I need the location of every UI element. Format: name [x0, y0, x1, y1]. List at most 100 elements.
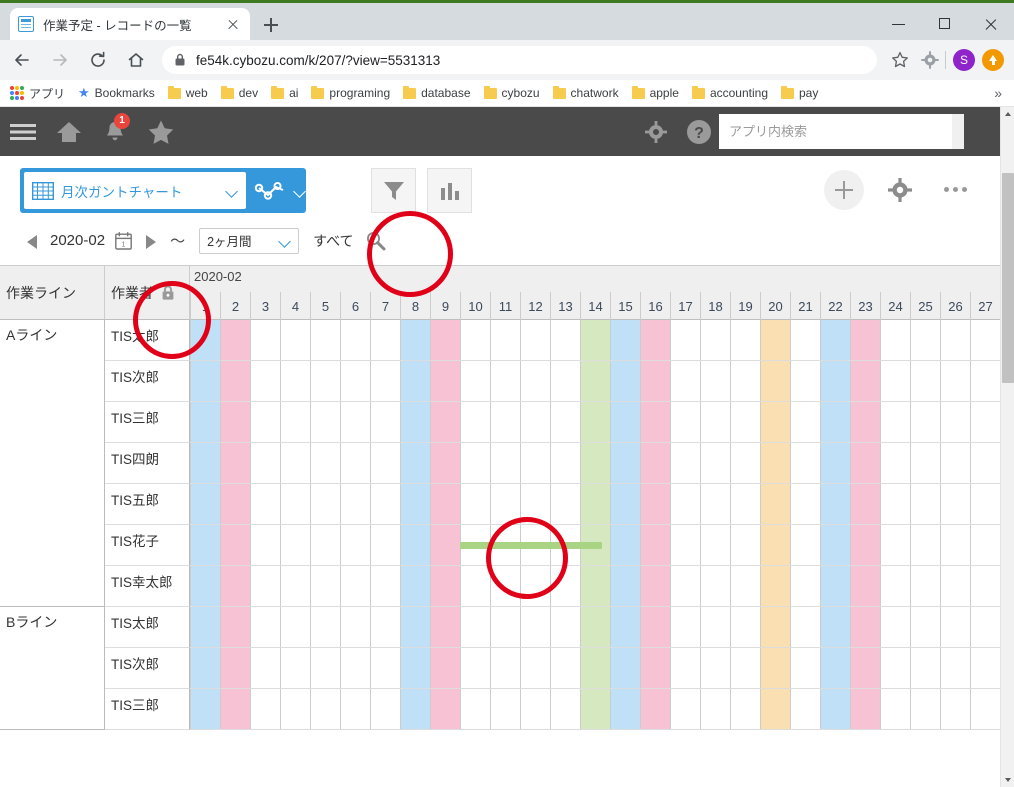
gantt-cell[interactable] — [460, 320, 490, 360]
close-window-button[interactable] — [968, 6, 1014, 43]
gantt-cell[interactable] — [910, 607, 940, 647]
search-records-icon[interactable] — [365, 230, 387, 252]
gantt-cell[interactable] — [700, 689, 730, 729]
gantt-cell[interactable] — [910, 566, 940, 606]
gantt-cell[interactable] — [730, 361, 760, 401]
calendar-icon[interactable]: 1 — [115, 231, 132, 250]
gantt-cell[interactable] — [610, 689, 640, 729]
gantt-cell[interactable] — [310, 443, 340, 483]
gantt-person-cell[interactable]: TIS太郎 — [105, 607, 190, 648]
next-month-button[interactable] — [144, 233, 158, 249]
gantt-cell[interactable] — [880, 648, 910, 688]
apps-shortcut[interactable]: アプリ — [10, 85, 65, 102]
gantt-cell[interactable] — [670, 402, 700, 442]
gantt-cell[interactable] — [190, 361, 220, 401]
gantt-cell[interactable] — [850, 566, 880, 606]
gantt-person-cell[interactable]: TIS太郎 — [105, 320, 190, 361]
gantt-cell[interactable] — [220, 525, 250, 565]
gantt-cell[interactable] — [340, 689, 370, 729]
chart-view-toggle[interactable] — [254, 179, 306, 203]
back-arrow-icon[interactable] — [6, 44, 38, 76]
table-row[interactable]: TIS四朗 — [0, 443, 1000, 484]
gantt-cell[interactable] — [730, 607, 760, 647]
gantt-cell[interactable] — [940, 320, 970, 360]
gantt-cell[interactable] — [760, 689, 790, 729]
gantt-cell[interactable] — [910, 402, 940, 442]
gantt-cell[interactable] — [430, 361, 460, 401]
table-row[interactable]: Bライン TIS太郎 — [0, 607, 1000, 648]
gantt-cell[interactable] — [730, 402, 760, 442]
reload-icon[interactable] — [82, 44, 114, 76]
gantt-cell[interactable] — [220, 443, 250, 483]
home-icon[interactable] — [46, 107, 92, 156]
browser-tab[interactable]: 作業予定 - レコードの一覧 — [10, 8, 250, 40]
gantt-cell[interactable] — [250, 320, 280, 360]
table-row[interactable]: TIS三郎 — [0, 689, 1000, 730]
gantt-cell[interactable] — [700, 566, 730, 606]
gantt-cell[interactable] — [670, 689, 700, 729]
bookmark-item[interactable]: chatwork — [552, 85, 619, 100]
gantt-cell[interactable] — [700, 484, 730, 524]
bookmark-item[interactable]: accounting — [691, 85, 768, 100]
gantt-cell[interactable] — [730, 648, 760, 688]
table-row[interactable]: TIS幸太郎 — [0, 566, 1000, 607]
graph-button[interactable] — [427, 168, 472, 213]
gantt-cell[interactable] — [370, 607, 400, 647]
gantt-cell[interactable] — [400, 484, 430, 524]
help-icon[interactable]: ? — [679, 107, 719, 156]
gantt-cell[interactable] — [820, 607, 850, 647]
gantt-cell[interactable] — [850, 320, 880, 360]
gantt-cell[interactable] — [970, 484, 1000, 524]
gantt-cell[interactable] — [820, 443, 850, 483]
bell-icon[interactable]: 1 — [92, 107, 138, 156]
gantt-cell[interactable] — [460, 566, 490, 606]
table-row[interactable]: TIS次郎 — [0, 361, 1000, 402]
gantt-cell[interactable] — [460, 443, 490, 483]
bookmark-item[interactable]: dev — [220, 85, 258, 100]
gantt-cell[interactable] — [490, 484, 520, 524]
hamburger-icon[interactable] — [0, 107, 46, 156]
gantt-cell[interactable] — [610, 320, 640, 360]
period-select[interactable]: 2ヶ月間 — [199, 227, 300, 254]
gantt-cell[interactable] — [850, 607, 880, 647]
gantt-cell[interactable] — [280, 525, 310, 565]
gantt-cell[interactable] — [310, 320, 340, 360]
gantt-cell[interactable] — [340, 484, 370, 524]
gantt-cell[interactable] — [880, 525, 910, 565]
extension-gear-icon[interactable] — [915, 45, 945, 75]
profile-avatar[interactable]: S — [953, 49, 975, 71]
gantt-cell[interactable] — [490, 566, 520, 606]
gantt-cell[interactable] — [880, 484, 910, 524]
gantt-cell[interactable] — [190, 648, 220, 688]
star-icon[interactable] — [138, 107, 184, 156]
gantt-cell[interactable] — [520, 402, 550, 442]
gantt-cell[interactable] — [430, 402, 460, 442]
gantt-cell[interactable] — [550, 320, 580, 360]
gantt-cell[interactable] — [340, 525, 370, 565]
bookmark-item[interactable]: apple — [631, 85, 679, 100]
gantt-cell[interactable] — [760, 648, 790, 688]
bookmark-item[interactable]: programing — [311, 85, 390, 100]
gantt-cell[interactable] — [430, 689, 460, 729]
gantt-person-cell[interactable]: TIS三郎 — [105, 402, 190, 443]
gantt-person-cell[interactable]: TIS次郎 — [105, 648, 190, 689]
gantt-cell[interactable] — [640, 689, 670, 729]
gantt-cell[interactable] — [610, 566, 640, 606]
gantt-cell[interactable] — [250, 566, 280, 606]
gantt-cell[interactable] — [250, 484, 280, 524]
gantt-cell[interactable] — [850, 689, 880, 729]
gantt-cell[interactable] — [430, 320, 460, 360]
gantt-cell[interactable] — [280, 443, 310, 483]
gantt-person-cell[interactable]: TIS幸太郎 — [105, 566, 190, 607]
gantt-cell[interactable] — [520, 443, 550, 483]
gantt-cell[interactable] — [940, 443, 970, 483]
gantt-cell[interactable] — [850, 443, 880, 483]
gantt-cell[interactable] — [670, 320, 700, 360]
gantt-cell[interactable] — [940, 607, 970, 647]
gantt-cell[interactable] — [730, 525, 760, 565]
gantt-cell[interactable] — [760, 484, 790, 524]
gantt-cell[interactable] — [640, 566, 670, 606]
gantt-cell[interactable] — [610, 402, 640, 442]
gantt-cell[interactable] — [820, 320, 850, 360]
gantt-cell[interactable] — [730, 566, 760, 606]
